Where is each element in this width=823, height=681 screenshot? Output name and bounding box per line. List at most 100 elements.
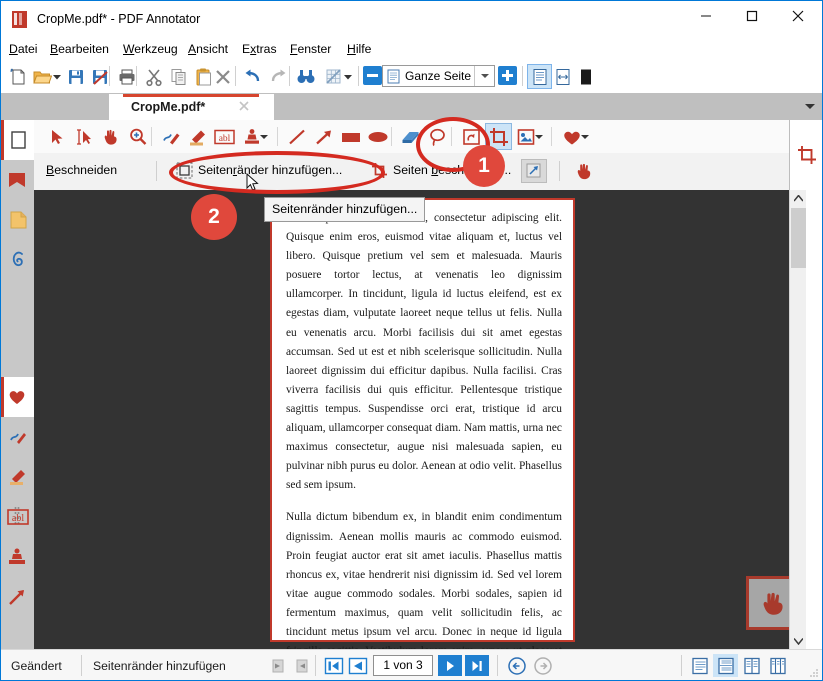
rail-arrow[interactable] xyxy=(1,577,34,617)
modified-status-label: Geändert xyxy=(11,659,62,673)
svg-text:abl: abl xyxy=(11,513,23,524)
text-box-tool[interactable]: abl xyxy=(211,123,238,150)
stamp-dropdown-chevron-down-icon[interactable] xyxy=(260,135,268,141)
menu-bearbeiten[interactable]: Bearbeiten xyxy=(46,41,113,58)
zoom-out-button[interactable] xyxy=(363,66,382,85)
status-separator xyxy=(497,655,498,676)
tab-list-dropdown-icon[interactable] xyxy=(802,98,818,114)
menu-extras[interactable]: Extras xyxy=(238,41,281,58)
copy-button[interactable] xyxy=(166,64,191,89)
crop-red-icon xyxy=(371,162,388,182)
zoom-tool[interactable] xyxy=(124,123,151,150)
status-separator xyxy=(315,655,316,676)
navigate-forward-button[interactable] xyxy=(532,655,554,676)
save-button[interactable] xyxy=(63,64,88,89)
toolbar-separator xyxy=(551,127,552,146)
menu-ansicht[interactable]: Ansicht xyxy=(184,41,232,58)
toolbar-separator xyxy=(277,127,278,146)
rail-highlighter[interactable] xyxy=(1,457,34,497)
scroll-thumb[interactable] xyxy=(791,208,806,268)
rectangle-tool[interactable] xyxy=(337,123,364,150)
right-tool-panel xyxy=(789,120,822,190)
first-page-button[interactable] xyxy=(323,655,345,676)
undo-button[interactable] xyxy=(240,64,265,89)
menu-hilfe[interactable]: Hilfe xyxy=(343,41,375,58)
facing-pages-view-button[interactable] xyxy=(573,64,598,89)
new-document-button[interactable] xyxy=(5,64,30,89)
scroll-down-button[interactable] xyxy=(790,633,806,650)
maximize-button[interactable] xyxy=(729,1,775,31)
select-tool[interactable] xyxy=(43,123,70,150)
highlighter-tool[interactable] xyxy=(184,123,211,150)
open-dropdown-button[interactable] xyxy=(51,64,63,89)
previous-page-button[interactable] xyxy=(347,655,369,676)
toolbar-separator xyxy=(151,127,152,146)
canvas-vertical-scrollbar[interactable] xyxy=(789,190,806,650)
hand-button[interactable] xyxy=(574,160,600,182)
page-setup-dropdown[interactable] xyxy=(342,64,354,89)
rail-bookmarks[interactable] xyxy=(1,160,34,200)
close-icon[interactable] xyxy=(238,100,252,114)
eraser-tool[interactable] xyxy=(397,123,424,150)
minimize-button[interactable] xyxy=(683,1,729,31)
grid-mode-button[interactable] xyxy=(765,654,790,677)
fit-page-view-button[interactable] xyxy=(527,64,552,89)
paragraph: Nulla dictum bibendum ex, in blandit eni… xyxy=(286,511,562,650)
zoom-level-combobox[interactable]: Ganze Seite xyxy=(382,65,495,87)
arrow-tool[interactable] xyxy=(310,123,337,150)
rail-notes[interactable] xyxy=(1,200,34,240)
ellipse-tool[interactable] xyxy=(364,123,391,150)
scroll-up-button[interactable] xyxy=(790,190,806,207)
single-page-mode-button[interactable] xyxy=(687,654,712,677)
pen-tool[interactable] xyxy=(157,123,184,150)
menu-datei[interactable]: Datei xyxy=(5,41,41,58)
zoom-dropdown-arrow[interactable] xyxy=(474,66,494,86)
toolbar-separator xyxy=(235,66,236,86)
rail-textbox[interactable]: abl xyxy=(1,497,34,537)
crop-options-button[interactable] xyxy=(521,159,547,183)
close-button[interactable] xyxy=(775,1,821,31)
navigate-back-button[interactable] xyxy=(506,655,528,676)
crop-expand-icon xyxy=(526,163,542,182)
fit-width-view-button[interactable] xyxy=(550,64,575,89)
continuous-mode-button[interactable] xyxy=(713,654,738,677)
resize-grip-icon[interactable] xyxy=(809,667,819,677)
document-tab-cropme[interactable]: CropMe.pdf* xyxy=(109,94,274,121)
last-page-button[interactable] xyxy=(465,655,489,676)
lasso-tool[interactable] xyxy=(424,123,451,150)
redo-button[interactable] xyxy=(265,64,290,89)
text-select-tool[interactable] xyxy=(70,123,97,150)
rail-page-thumbnails[interactable] xyxy=(1,120,34,160)
menu-werkzeug[interactable]: Werkzeug xyxy=(119,41,182,58)
rail-pen[interactable] xyxy=(1,417,34,457)
rail-favorites[interactable] xyxy=(1,377,34,417)
zoom-in-button[interactable] xyxy=(498,66,517,85)
hand-pan-tool[interactable] xyxy=(97,123,124,150)
find-button[interactable] xyxy=(293,64,318,89)
document-tab-label: CropMe.pdf* xyxy=(131,100,206,114)
favorites-dropdown-chevron-down-icon[interactable] xyxy=(581,135,589,141)
rail-stamp[interactable] xyxy=(1,537,34,577)
delete-button[interactable] xyxy=(210,64,235,89)
crop-section-label: Beschneiden xyxy=(46,163,118,177)
right-crop-tool-button[interactable] xyxy=(794,142,820,168)
previous-view-button[interactable] xyxy=(267,655,289,676)
pdf-page[interactable]: Lorem ipsum dolor sit amet, consectetur … xyxy=(270,198,575,650)
window-title: CropMe.pdf* - PDF Annotator xyxy=(37,12,201,26)
page-tool-dropdown-chevron-down-icon[interactable] xyxy=(535,135,543,141)
toolbar-separator xyxy=(358,66,359,86)
menu-bar: Datei Bearbeiten Werkzeug Ansicht Extras… xyxy=(1,38,822,60)
rail-attachments[interactable] xyxy=(1,240,34,280)
two-page-mode-button[interactable] xyxy=(739,654,764,677)
cut-button[interactable] xyxy=(141,64,166,89)
document-canvas[interactable]: Lorem ipsum dolor sit amet, consectetur … xyxy=(34,190,806,650)
toolbar-separator xyxy=(289,66,290,86)
menu-fenster[interactable]: Fenster xyxy=(286,41,335,58)
next-page-button[interactable] xyxy=(438,655,462,676)
main-toolbar: Ganze Seite xyxy=(1,60,822,94)
page-indicator[interactable]: 1 von 3 xyxy=(373,655,433,676)
next-view-button[interactable] xyxy=(291,655,313,676)
status-separator xyxy=(81,655,82,676)
line-tool[interactable] xyxy=(283,123,310,150)
add-page-margins-button[interactable]: Seitenränder hinzufügen... xyxy=(176,160,356,182)
